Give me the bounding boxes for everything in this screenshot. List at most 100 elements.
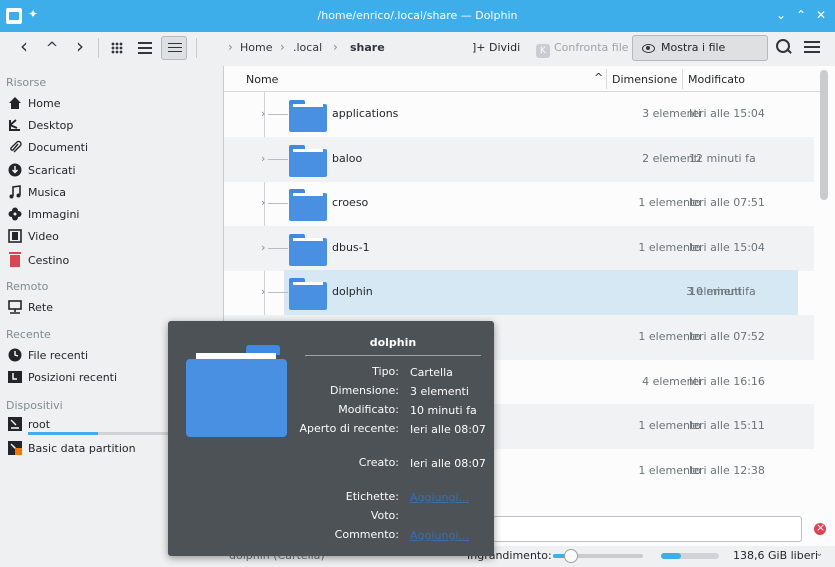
table-row[interactable]: › applications 3 elementi Ieri alle 15:04: [224, 92, 814, 137]
hamburger-menu-icon[interactable]: [804, 41, 820, 53]
details-view-button[interactable]: [161, 36, 187, 60]
sidebar-item-recent-files[interactable]: File recenti: [8, 347, 88, 367]
file-modified: Ieri alle 15:11: [689, 419, 765, 433]
breadcrumb-share[interactable]: share: [350, 41, 385, 54]
breadcrumb-separator-icon: ›: [280, 40, 285, 54]
show-hidden-files-button[interactable]: Mostra i file nascosti: [632, 35, 768, 78]
file-modified: Ieri alle 15:04: [689, 107, 765, 120]
list-icon: [138, 42, 152, 54]
expand-chevron-icon[interactable]: ›: [261, 196, 265, 209]
folder-paper: [293, 237, 323, 241]
tree-branch: [268, 114, 288, 115]
desktop-icon: [8, 118, 22, 132]
sort-ascending-icon[interactable]: ^: [594, 71, 603, 84]
table-row[interactable]: › croeso 1 elemento Ieri alle 07:51: [224, 181, 814, 226]
sidebar-item-video[interactable]: Video: [8, 228, 59, 248]
back-button[interactable]: ‹: [14, 36, 34, 60]
zoom-slider[interactable]: [553, 549, 643, 563]
music-icon: [8, 185, 22, 199]
sidebar-item-home[interactable]: Home: [8, 95, 60, 115]
chevron-down-icon[interactable]: ⌄: [815, 548, 823, 559]
breadcrumb-local[interactable]: .local: [293, 41, 322, 54]
sidebar-item-label: Home: [28, 97, 61, 110]
forward-button[interactable]: ›: [70, 36, 90, 60]
compare-files-label: Confronta file: [554, 41, 629, 54]
minimize-button[interactable]: ⌄: [773, 8, 789, 22]
table-row[interactable]: › baloo 2 elementi 12 minuti fa: [224, 136, 814, 182]
folder-paper: [293, 282, 323, 286]
zoom-slider-handle[interactable]: [564, 549, 578, 563]
section-risorse: Risorse: [6, 76, 47, 89]
free-space-text: 138,6 GiB liberi: [733, 549, 819, 562]
tooltip-divider: [305, 355, 481, 356]
compact-view-button[interactable]: [132, 36, 158, 60]
kompare-icon: K: [536, 44, 550, 58]
home-icon: [8, 96, 22, 110]
column-divider[interactable]: [682, 69, 683, 89]
split-icon: ]+: [472, 41, 486, 54]
close-button[interactable]: ✕: [813, 8, 829, 22]
scrollbar[interactable]: [820, 70, 828, 200]
file-modified: 10 minuti fa: [689, 285, 756, 299]
trash-icon: [8, 251, 22, 267]
maximize-button[interactable]: ⌃: [793, 8, 809, 22]
tooltip-field-value: 3 elementi: [410, 385, 469, 398]
folder-icon: [289, 100, 327, 132]
tree-branch: [268, 203, 288, 205]
table-row[interactable]: › dolphin 3 elementi 10 minuti fa: [261, 270, 798, 316]
tooltip-add-link[interactable]: Aggiungi...: [410, 490, 490, 505]
folder-body: [289, 237, 327, 266]
clear-filter-icon[interactable]: [814, 521, 826, 535]
sidebar-item-downloads[interactable]: Scaricati: [8, 162, 76, 182]
column-divider[interactable]: [606, 69, 607, 89]
expand-chevron-icon[interactable]: ›: [261, 241, 265, 254]
column-size[interactable]: Dimensione: [612, 73, 677, 86]
sidebar-item-label: Posizioni recenti: [28, 371, 118, 384]
file-name: dbus-1: [332, 240, 370, 254]
sidebar-item-label: Musica: [28, 186, 67, 199]
split-button[interactable]: ]+ Dividi: [472, 41, 520, 54]
tooltip-title: dolphin: [369, 336, 417, 349]
tooltip-field-label: Creato:: [358, 456, 399, 469]
expand-chevron-icon[interactable]: ›: [261, 152, 265, 165]
sidebar-item-label: Scaricati: [28, 164, 76, 177]
sidebar-item-images[interactable]: Immagini: [8, 206, 79, 226]
sidebar-item-recent-locations[interactable]: Posizioni recenti: [8, 369, 117, 389]
tooltip-field-label: Aperto di recente:: [299, 422, 400, 435]
folder-paper: [293, 193, 323, 197]
sidebar-item-trash[interactable]: Cestino: [8, 251, 69, 271]
search-icon[interactable]: [775, 38, 793, 56]
folder-icon: [289, 278, 327, 311]
sidebar-item-basic-data-partition[interactable]: Basic data partition: [8, 440, 136, 460]
sidebar-item-network[interactable]: Rete: [8, 299, 53, 319]
up-button[interactable]: ^: [42, 36, 62, 60]
sidebar-item-label: Desktop: [28, 119, 74, 132]
folder-icon: [289, 144, 327, 177]
tooltip-add-link[interactable]: Aggiungi...: [410, 528, 490, 543]
sidebar-item-label: Documenti: [28, 141, 89, 154]
icons-view-button[interactable]: [104, 36, 130, 60]
column-name[interactable]: Nome: [246, 73, 278, 86]
sidebar-item-music[interactable]: Musica: [8, 184, 66, 204]
file-modified: Ieri alle 12:38: [689, 463, 765, 477]
tooltip-field-label: Etichette:: [345, 490, 399, 503]
section-remoto: Remoto: [6, 280, 49, 293]
table-row[interactable]: › dbus-1 1 elemento Ieri alle 15:04: [224, 225, 814, 271]
sidebar-item-documents[interactable]: Documenti: [8, 139, 88, 159]
expand-chevron-icon[interactable]: ›: [261, 107, 265, 120]
sidebar-item-desktop[interactable]: Desktop: [8, 117, 73, 137]
folder-body: [289, 148, 327, 177]
expand-chevron-icon[interactable]: ›: [261, 285, 265, 298]
filter-input[interactable]: [493, 516, 802, 542]
breadcrumb-home[interactable]: Home: [240, 41, 272, 54]
grid-icon: [111, 42, 123, 54]
sidebar-item-label: root: [28, 418, 51, 431]
column-modified[interactable]: Modificato: [688, 73, 745, 86]
folder-body: [289, 104, 327, 132]
sidebar-item-label: File recenti: [28, 349, 89, 362]
compare-files-button[interactable]: K Confronta file: [536, 41, 629, 58]
network-icon: [8, 300, 22, 314]
tooltip-field-label: Voto:: [370, 509, 399, 522]
file-modified: Ieri alle 07:51: [689, 196, 765, 210]
folder-icon: [289, 233, 327, 266]
